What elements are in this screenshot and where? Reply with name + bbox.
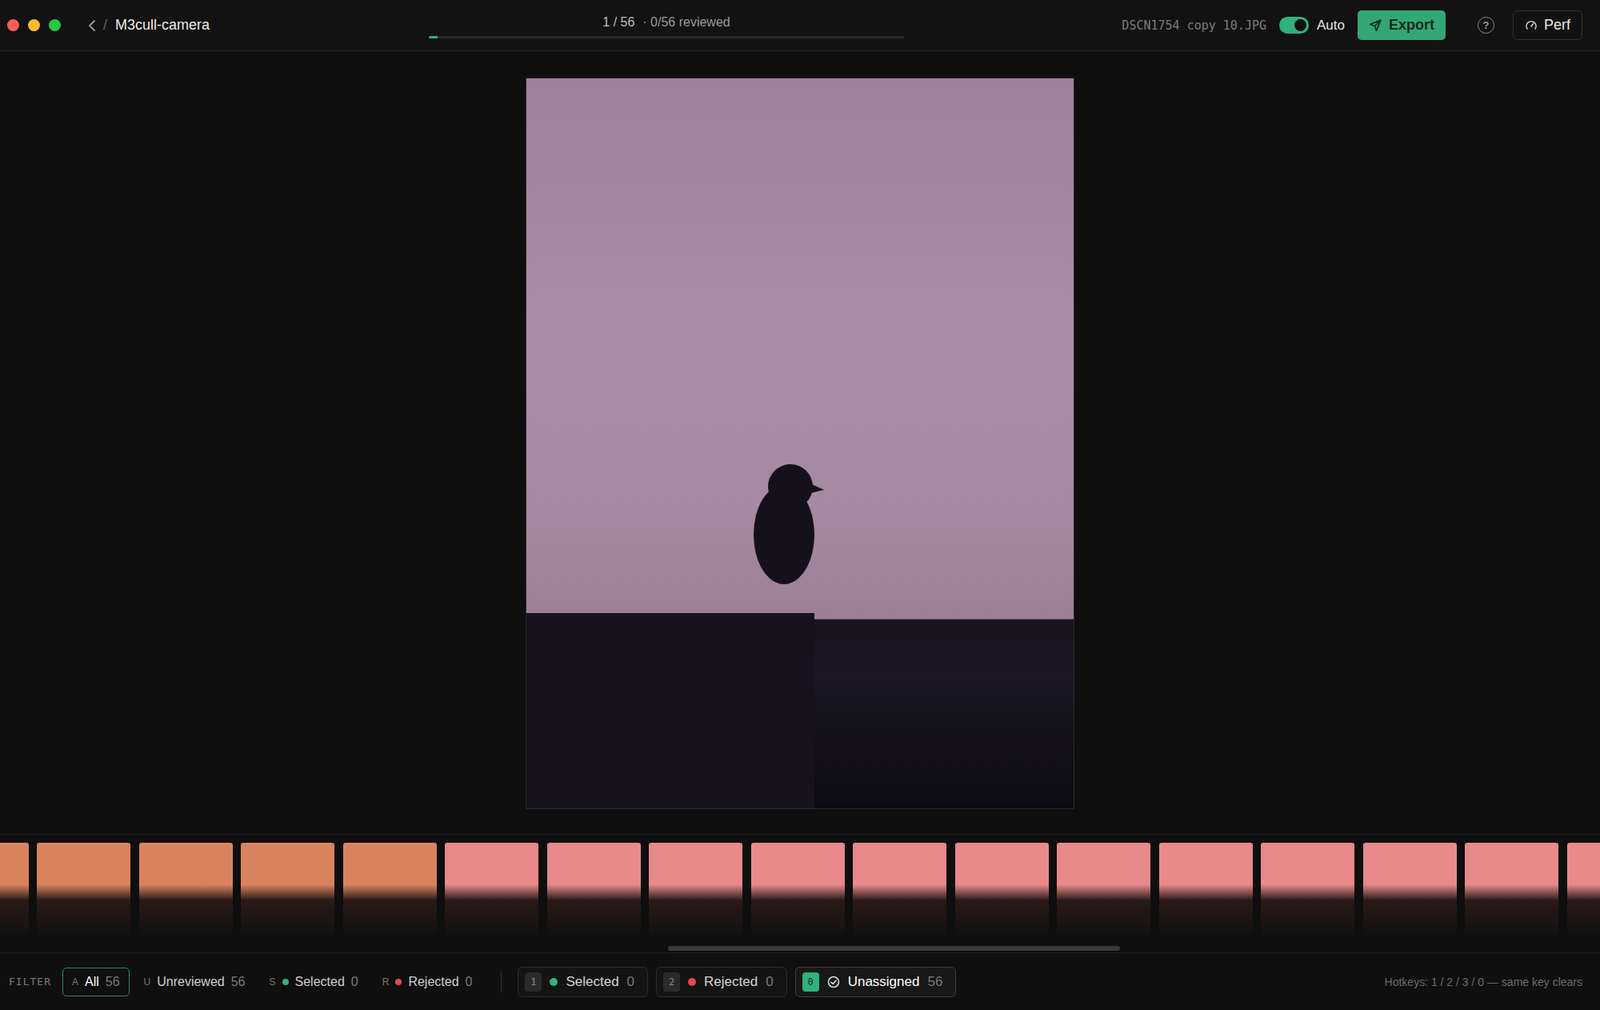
- scrollbar-thumb[interactable]: [668, 945, 1120, 951]
- file-name: DSCN1754 copy 10.JPG: [1121, 18, 1267, 33]
- thumbnail[interactable]: [0, 842, 29, 936]
- filter-name: Rejected: [408, 974, 459, 989]
- bird-silhouette: [526, 78, 1074, 808]
- gauge-icon: [1524, 19, 1538, 32]
- status-dot: [395, 978, 402, 985]
- auto-label: Auto: [1316, 17, 1345, 34]
- thumbnail[interactable]: [751, 842, 845, 936]
- close-button[interactable]: [7, 19, 20, 32]
- send-icon: [1368, 18, 1383, 32]
- thumbnail[interactable]: [1260, 842, 1355, 936]
- filter-option[interactable]: R Rejected 0: [372, 967, 483, 996]
- filter-option[interactable]: U Unreviewed 56: [134, 967, 256, 996]
- assign-button[interactable]: 2 Rejected 0: [656, 966, 788, 997]
- check-circle-icon: [827, 975, 840, 988]
- divider: [500, 971, 502, 992]
- filter-option[interactable]: A All 56: [62, 967, 130, 996]
- filter-label: FILTER: [8, 975, 52, 988]
- assign-count: 56: [927, 973, 943, 990]
- thumbnail[interactable]: [1363, 842, 1457, 936]
- titlebar-right: DSCN1754 copy 10.JPG Auto Export? Perf: [904, 10, 1600, 40]
- progress: 1 / 56 · 0/56 reviewed: [428, 12, 904, 39]
- progress-text: 1 / 56 · 0/56 reviewed: [602, 15, 730, 30]
- progress-track: [428, 36, 904, 39]
- help-button[interactable]: ?: [1477, 16, 1495, 34]
- status-dot: [282, 978, 289, 985]
- assign-label: Selected: [565, 973, 619, 990]
- thumbnail[interactable]: [1159, 842, 1253, 936]
- assign-label: Unassigned: [848, 973, 920, 990]
- chevron-left-icon: [87, 19, 97, 32]
- filter-count: 56: [105, 974, 120, 989]
- thumbnail[interactable]: [240, 842, 335, 936]
- titlebar: / M3cull-camera 1 / 56 · 0/56 reviewed DSCN1…: [0, 0, 1600, 52]
- minimize-button[interactable]: [28, 19, 40, 32]
- hotkey-badge: 0: [802, 972, 820, 992]
- status-dot: [688, 977, 696, 986]
- back-button[interactable]: [87, 19, 97, 32]
- window-controls: [0, 19, 61, 32]
- thumbnail[interactable]: [1056, 842, 1151, 936]
- scrollbar: [0, 944, 1600, 952]
- toggle-knob: [1294, 19, 1307, 32]
- assign-label: Rejected: [704, 973, 758, 990]
- assign-button[interactable]: 1 Selected 0: [517, 966, 648, 997]
- progress-fill: [428, 36, 438, 39]
- thumbnail[interactable]: [852, 842, 947, 936]
- hotkeys-hint: Hotkeys: 1 / 2 / 3 / 0 — same key clears: [1384, 975, 1583, 988]
- export-button[interactable]: Export: [1357, 10, 1446, 40]
- assign-button[interactable]: 0 Unassigned 56: [795, 966, 957, 997]
- thumbnail[interactable]: [1567, 842, 1600, 936]
- thumbnail[interactable]: [547, 842, 641, 936]
- thumbnail[interactable]: [648, 842, 743, 936]
- filter-option[interactable]: S Selected 0: [260, 967, 368, 996]
- filter-count: 56: [231, 974, 246, 989]
- status-dot: [549, 977, 558, 986]
- auto-toggle[interactable]: [1279, 16, 1309, 34]
- thumbnail[interactable]: [36, 842, 131, 936]
- thumbnail[interactable]: [343, 842, 437, 936]
- export-label: Export: [1388, 16, 1435, 34]
- breadcrumb-separator: /: [103, 16, 108, 34]
- position-counter: 1 / 56: [602, 15, 635, 30]
- thumbnail[interactable]: [955, 842, 1049, 936]
- titlebar-left: / M3cull-camera: [0, 16, 429, 34]
- filter-key: S: [269, 976, 276, 988]
- thumbnail[interactable]: [1464, 842, 1559, 936]
- filter-key: U: [144, 976, 152, 988]
- zoom-button[interactable]: [48, 19, 61, 32]
- folder-title: M3cull-camera: [115, 16, 210, 34]
- filter-name: Unreviewed: [156, 974, 224, 989]
- hotkey-badge: 2: [663, 972, 680, 992]
- filter-key: R: [382, 976, 390, 988]
- assign-count: 0: [765, 973, 773, 990]
- thumbnail-row: [0, 834, 1600, 936]
- perf-label: Perf: [1544, 16, 1571, 34]
- reviewed-counter: · 0/56 reviewed: [642, 15, 730, 30]
- viewer: [0, 51, 1600, 834]
- filter-count: 0: [465, 974, 473, 989]
- bottom-bar: FILTER A All 56 U Unreviewed 56 S Selected 0 R Reje…: [0, 952, 1600, 1010]
- filmstrip: [0, 833, 1600, 952]
- assign-count: 0: [627, 973, 635, 990]
- hotkey-badge: 1: [524, 972, 542, 992]
- perf-button[interactable]: Perf: [1512, 10, 1583, 40]
- filter-name: Selected: [295, 974, 345, 989]
- thumbnail[interactable]: [444, 842, 539, 936]
- filter-count: 0: [351, 974, 359, 989]
- thumbnail[interactable]: [139, 842, 233, 936]
- photo-preview: [525, 77, 1075, 809]
- filter-key: A: [72, 976, 79, 988]
- filter-name: All: [84, 974, 100, 989]
